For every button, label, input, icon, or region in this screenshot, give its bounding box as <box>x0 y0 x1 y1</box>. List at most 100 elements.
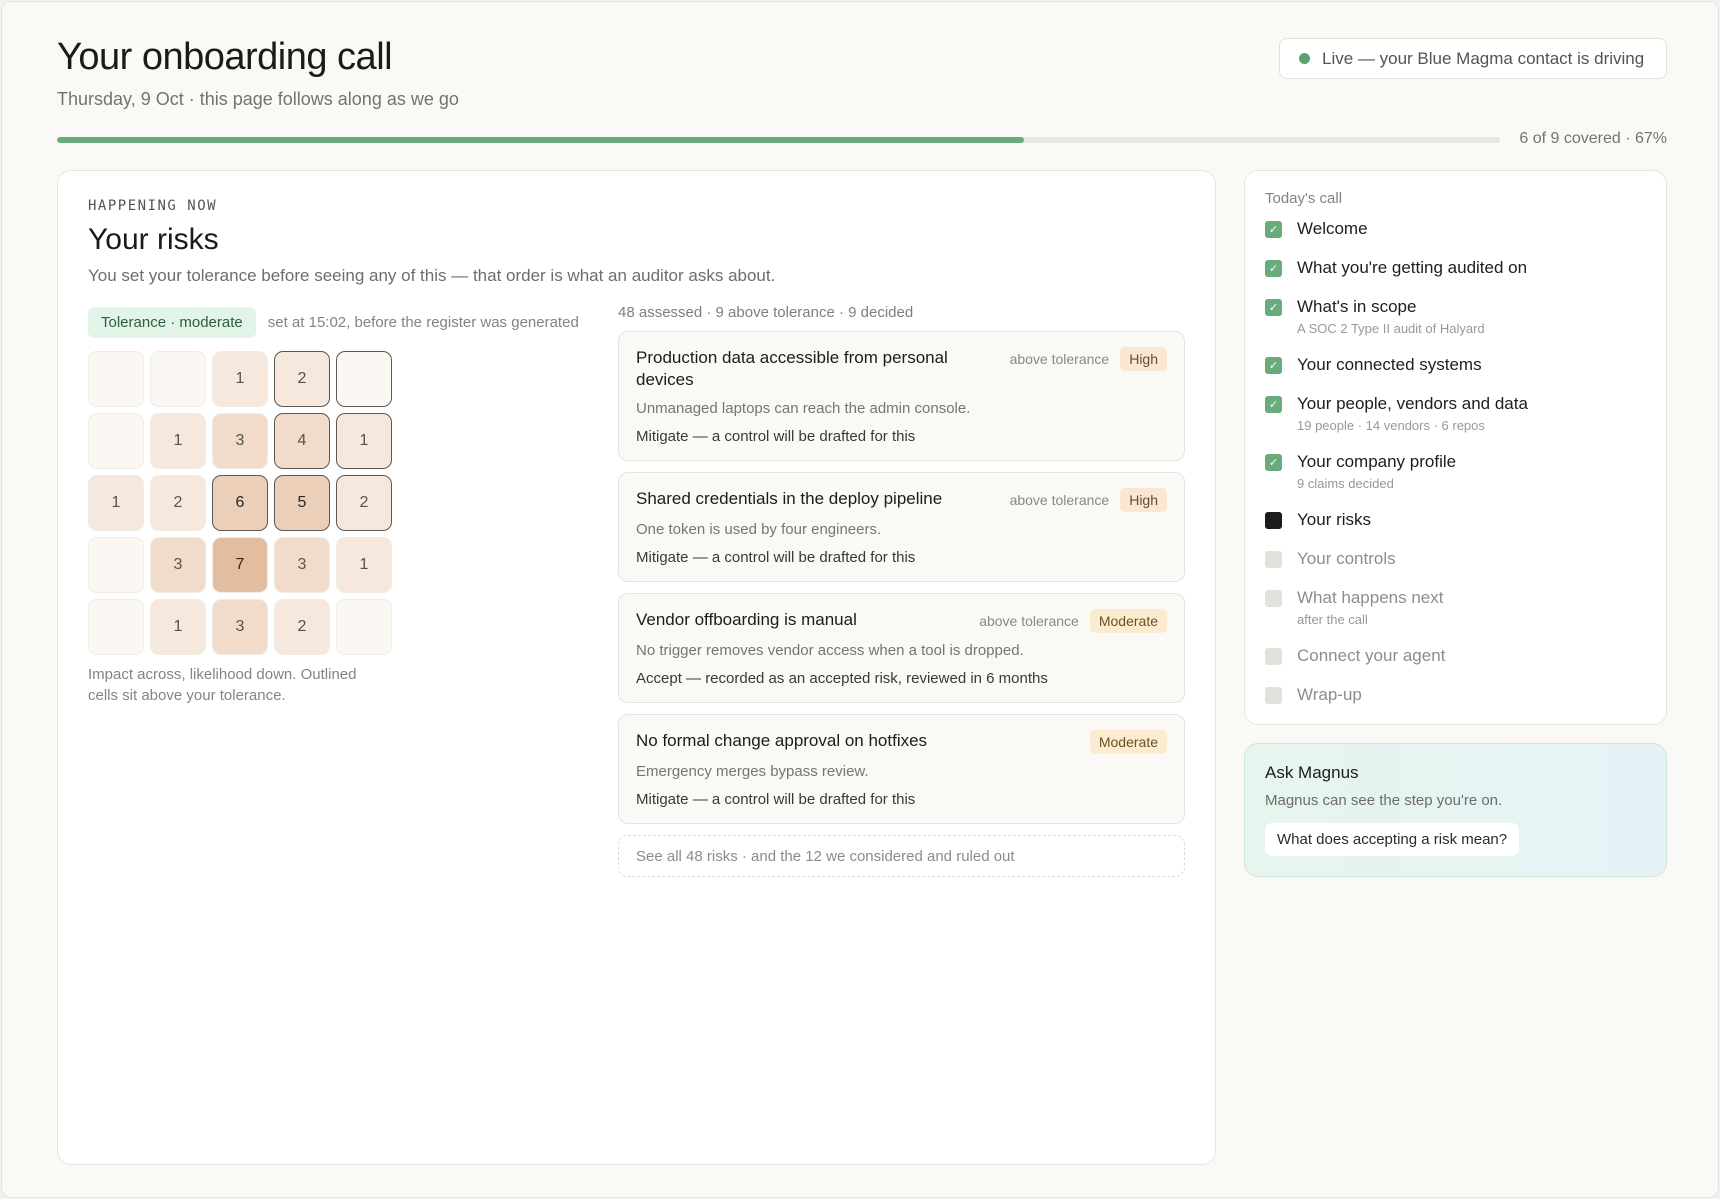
checkbox-checked-icon: ✓ <box>1265 221 1282 238</box>
heatmap-cell <box>150 351 206 407</box>
heatmap-cell <box>88 599 144 655</box>
risk-description: No trigger removes vendor access when a … <box>636 642 1024 659</box>
progress-bar <box>57 137 1500 143</box>
agenda-step[interactable]: Connect your agent <box>1265 646 1646 666</box>
heatmap-cell <box>88 537 144 593</box>
heatmap-cell: 1 <box>88 475 144 531</box>
see-all-risks-link[interactable]: See all 48 risks · and the 12 we conside… <box>618 835 1185 877</box>
step-label: Welcome <box>1297 219 1368 238</box>
risk-description: Emergency merges bypass review. <box>636 763 869 780</box>
live-status-text: Live — your Blue Magma contact is drivin… <box>1322 48 1645 68</box>
app-frame: Your onboarding call Thursday, 9 Oct · t… <box>1 1 1719 1198</box>
above-tolerance-label: above tolerance <box>979 613 1079 629</box>
heatmap-cell: 2 <box>274 351 330 407</box>
severity-badge: Moderate <box>1089 609 1167 633</box>
heatmap-cell: 5 <box>274 475 330 531</box>
section-description: You set your tolerance before seeing any… <box>88 266 776 285</box>
ask-title: Ask Magnus <box>1265 763 1359 782</box>
heatmap-cell: 2 <box>274 599 330 655</box>
tolerance-row: Tolerance · moderate set at 15:02, befor… <box>88 307 579 338</box>
page-title: Your onboarding call <box>57 36 393 78</box>
heatmap-cell: 2 <box>336 475 392 531</box>
step-label: What's in scope <box>1297 297 1417 316</box>
checkbox-checked-icon: ✓ <box>1265 299 1282 316</box>
checkbox-empty-icon <box>1265 648 1282 665</box>
live-dot-icon <box>1299 53 1310 64</box>
risk-description: One token is used by four engineers. <box>636 521 882 538</box>
step-label: Your company profile <box>1297 452 1457 471</box>
agenda-step[interactable]: ✓ Your connected systems <box>1265 355 1646 375</box>
heatmap-cell <box>88 351 144 407</box>
heatmap-cell: 1 <box>336 537 392 593</box>
risk-card[interactable]: Production data accessible from personal… <box>618 331 1185 461</box>
risk-summary: 48 assessed · 9 above tolerance · 9 deci… <box>618 304 914 321</box>
agenda-step[interactable]: ✓ Your company profile 9 claims decided <box>1265 452 1646 491</box>
step-detail: A SOC 2 Type II audit of Halyard <box>1297 321 1485 336</box>
risk-heatmap: 121341126523731132 <box>88 351 392 655</box>
step-label: Your people, vendors and data <box>1297 394 1528 413</box>
current-step-panel: HAPPENING NOW Your risks You set your to… <box>57 170 1216 1165</box>
agenda-step[interactable]: Your controls <box>1265 549 1646 569</box>
agenda-step[interactable]: ✓ What's in scope A SOC 2 Type II audit of… <box>1265 297 1646 336</box>
risk-title: Vendor offboarding is manual <box>636 610 857 629</box>
eyebrow: HAPPENING NOW <box>88 198 218 214</box>
risk-decision: Mitigate — a control will be drafted for… <box>636 428 916 445</box>
heatmap-cell: 4 <box>274 413 330 469</box>
heatmap-cell: 2 <box>150 475 206 531</box>
agenda-step[interactable]: ✓ Your people, vendors and data 19 people … <box>1265 394 1646 433</box>
suggested-question-chip[interactable]: What does accepting a risk mean? <box>1265 823 1520 856</box>
risk-decision: Mitigate — a control will be drafted for… <box>636 549 916 566</box>
checkbox-empty-icon <box>1265 551 1282 568</box>
step-detail: 19 people · 14 vendors · 6 repos <box>1297 418 1485 433</box>
step-label: Your risks <box>1297 510 1372 529</box>
agenda-heading: Today's call <box>1265 190 1343 207</box>
risk-decision: Accept — recorded as an accepted risk, r… <box>636 670 1048 687</box>
above-tolerance-label: above tolerance <box>1009 351 1110 367</box>
risk-decision: Mitigate — a control will be drafted for… <box>636 791 916 808</box>
heatmap-cell <box>88 413 144 469</box>
heatmap-cell: 3 <box>212 599 268 655</box>
heatmap-cell: 7 <box>212 537 268 593</box>
step-label: Your connected systems <box>1297 355 1482 374</box>
step-label: Connect your agent <box>1297 646 1446 665</box>
agenda-step[interactable]: What happens next after the call <box>1265 588 1646 627</box>
step-label: Wrap-up <box>1297 685 1362 704</box>
heatmap-cell: 3 <box>150 537 206 593</box>
ask-description: Magnus can see the step you're on. <box>1265 792 1503 809</box>
above-tolerance-label: above tolerance <box>1009 492 1110 508</box>
checkbox-checked-icon: ✓ <box>1265 357 1282 374</box>
agenda-step[interactable]: Wrap-up <box>1265 685 1646 705</box>
severity-badge: High <box>1120 347 1167 371</box>
step-label: Your controls <box>1297 549 1396 568</box>
risk-list: 48 assessed · 9 above tolerance · 9 deci… <box>618 304 1185 877</box>
heatmap-cell: 3 <box>274 537 330 593</box>
progress-label: 6 of 9 covered · 67% <box>1519 130 1667 147</box>
severity-badge: Moderate <box>1089 730 1167 754</box>
page-subtitle: Thursday, 9 Oct · this page follows alon… <box>57 89 459 109</box>
risk-card[interactable]: No formal change approval on hotfixes Mod… <box>618 714 1185 824</box>
risk-description: Unmanaged laptops can reach the admin co… <box>636 400 971 417</box>
risk-card[interactable]: Vendor offboarding is manual above tolera… <box>618 593 1185 703</box>
checkbox-empty-icon <box>1265 590 1282 607</box>
agenda-step[interactable]: ✓ Welcome <box>1265 219 1646 239</box>
progress-fill <box>57 137 1024 143</box>
page-header: Your onboarding call Thursday, 9 Oct · t… <box>57 36 459 110</box>
heatmap-cell: 1 <box>150 413 206 469</box>
live-status-badge: Live — your Blue Magma contact is drivin… <box>1279 38 1667 79</box>
section-title: Your risks <box>88 223 219 256</box>
heatmap-cell <box>336 599 392 655</box>
agenda-step[interactable]: ✓ What you're getting audited on <box>1265 258 1646 278</box>
severity-badge: High <box>1120 488 1167 512</box>
heatmap-cell: 6 <box>212 475 268 531</box>
heatmap-cell: 1 <box>336 413 392 469</box>
heatmap-cell: 1 <box>150 599 206 655</box>
current-step-icon <box>1265 512 1282 529</box>
risk-card[interactable]: Shared credentials in the deploy pipelin… <box>618 472 1185 582</box>
risk-title: Shared credentials in the deploy pipelin… <box>636 489 943 508</box>
agenda-step[interactable]: Your risks <box>1265 510 1646 530</box>
heatmap-cell <box>336 351 392 407</box>
tolerance-badge: Tolerance · moderate <box>88 307 256 338</box>
step-detail: 9 claims decided <box>1297 476 1394 491</box>
step-label: What happens next <box>1297 588 1444 607</box>
checkbox-checked-icon: ✓ <box>1265 454 1282 471</box>
